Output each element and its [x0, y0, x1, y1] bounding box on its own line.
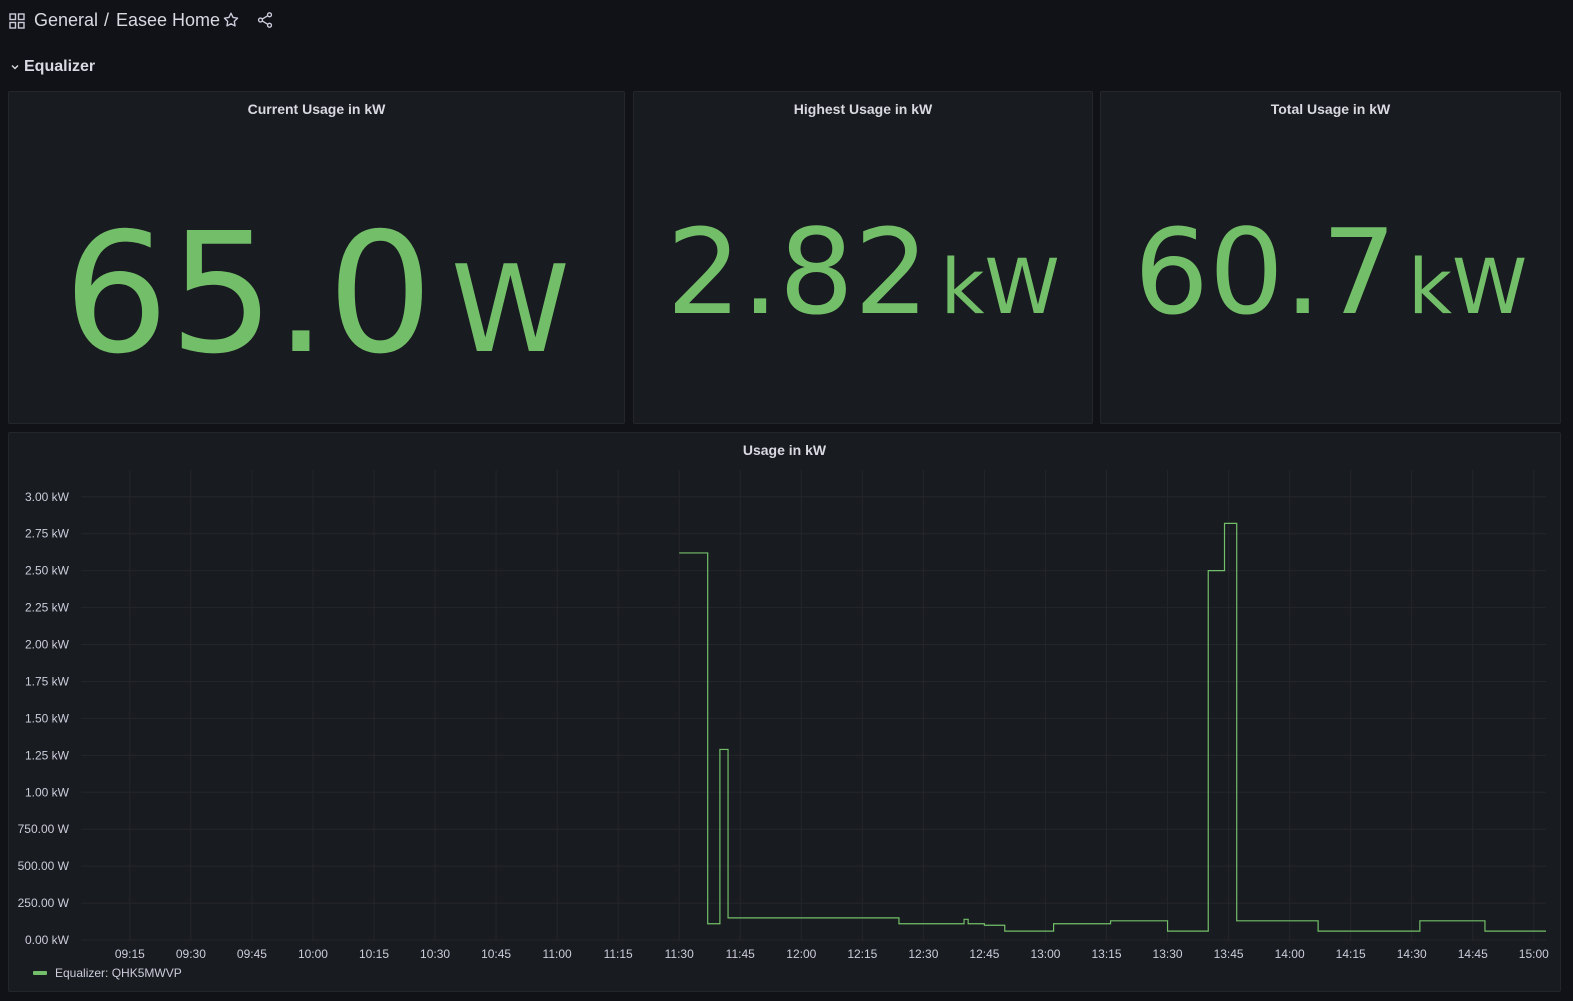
stat-value-total: 60.7 kW	[1101, 212, 1560, 347]
timeseries-panel-usage[interactable]: Usage in kW 0.00 kW 250.00 W 500.00 W 750.0…	[8, 432, 1561, 992]
share-icon[interactable]	[256, 11, 274, 29]
breadcrumb-folder[interactable]: General	[34, 10, 98, 31]
y-tick-label: 3.00 kW	[25, 490, 70, 504]
y-tick-label: 0.00 kW	[25, 933, 70, 947]
y-tick-label: 750.00 W	[18, 822, 70, 836]
x-tick-label: 09:45	[237, 947, 267, 961]
x-tick-label: 13:45	[1214, 947, 1244, 961]
star-icon[interactable]	[222, 11, 240, 29]
x-tick-label: 11:15	[604, 947, 633, 961]
x-tick-label: 10:00	[298, 947, 328, 961]
legend-swatch	[33, 971, 47, 975]
x-tick-label: 11:00	[543, 947, 572, 961]
y-tick-label: 1.75 kW	[25, 674, 70, 688]
chart-legend[interactable]: Equalizer: QHK5MWVP	[33, 966, 182, 980]
series-line-equalizer	[679, 522, 1546, 932]
stat-panel-total-usage[interactable]: Total Usage in kW 60.7 kW	[1100, 91, 1561, 424]
stat-value-current: 65.0 W	[9, 210, 624, 396]
x-tick-label: 14:45	[1458, 947, 1488, 961]
stat-value-highest: 2.82 kW	[634, 212, 1092, 347]
stat-panel-highest-usage[interactable]: Highest Usage in kW 2.82 kW	[633, 91, 1093, 424]
x-tick-label: 13:30	[1153, 947, 1183, 961]
stat-number: 60.7	[1133, 203, 1397, 341]
stat-panel-current-usage[interactable]: Current Usage in kW 65.0 W	[8, 91, 625, 424]
panel-title: Current Usage in kW	[247, 101, 386, 117]
x-tick-label: 10:15	[359, 947, 389, 961]
x-tick-label: 10:30	[420, 947, 450, 961]
x-tick-label: 14:15	[1336, 947, 1366, 961]
legend-series-label: Equalizer: QHK5MWVP	[55, 966, 182, 980]
x-tick-label: 09:15	[115, 947, 145, 961]
x-tick-label: 10:45	[481, 947, 511, 961]
x-tick-label: 12:00	[786, 947, 816, 961]
stat-unit: W	[450, 241, 570, 380]
x-tick-label: 12:45	[969, 947, 999, 961]
panel-title: Total Usage in kW	[1270, 101, 1391, 117]
x-tick-label: 13:15	[1091, 947, 1121, 961]
x-tick-label: 11:45	[726, 947, 755, 961]
panel-title: Highest Usage in kW	[793, 101, 933, 117]
x-tick-label: 12:30	[908, 947, 938, 961]
y-tick-label: 1.00 kW	[25, 785, 70, 799]
row-header-equalizer[interactable]: Equalizer	[10, 56, 95, 78]
x-tick-label: 14:00	[1275, 947, 1305, 961]
top-bar: General / Easee Home	[0, 0, 1573, 44]
y-tick-label: 2.75 kW	[25, 527, 70, 541]
y-tick-label: 1.25 kW	[25, 748, 70, 762]
x-tick-label: 11:30	[665, 947, 694, 961]
x-tick-label: 13:00	[1030, 947, 1060, 961]
x-tick-label: 14:30	[1397, 947, 1427, 961]
stat-unit: kW	[1407, 242, 1528, 331]
y-tick-label: 2.00 kW	[25, 638, 70, 652]
x-tick-label: 09:30	[176, 947, 206, 961]
x-tick-label: 12:15	[847, 947, 877, 961]
y-tick-label: 1.50 kW	[25, 711, 70, 725]
y-tick-label: 250.00 W	[18, 896, 70, 910]
usage-chart[interactable]: 0.00 kW 250.00 W 500.00 W 750.00 W 1.00 kW 1.…	[9, 433, 1562, 963]
stat-number: 2.82	[666, 203, 930, 341]
dashboards-grid-icon[interactable]	[9, 13, 25, 29]
breadcrumb-separator: /	[104, 10, 110, 30]
stat-unit: kW	[940, 242, 1060, 331]
y-tick-label: 2.50 kW	[25, 564, 70, 578]
y-tick-label: 500.00 W	[18, 859, 70, 873]
x-tick-label: 15:00	[1519, 947, 1549, 961]
stat-number: 65.0	[63, 198, 433, 391]
chevron-down-icon	[11, 65, 19, 70]
y-tick-label: 2.25 kW	[25, 601, 70, 615]
breadcrumb-dashboard-title[interactable]: Easee Home	[116, 10, 220, 31]
row-title: Equalizer	[24, 58, 96, 75]
